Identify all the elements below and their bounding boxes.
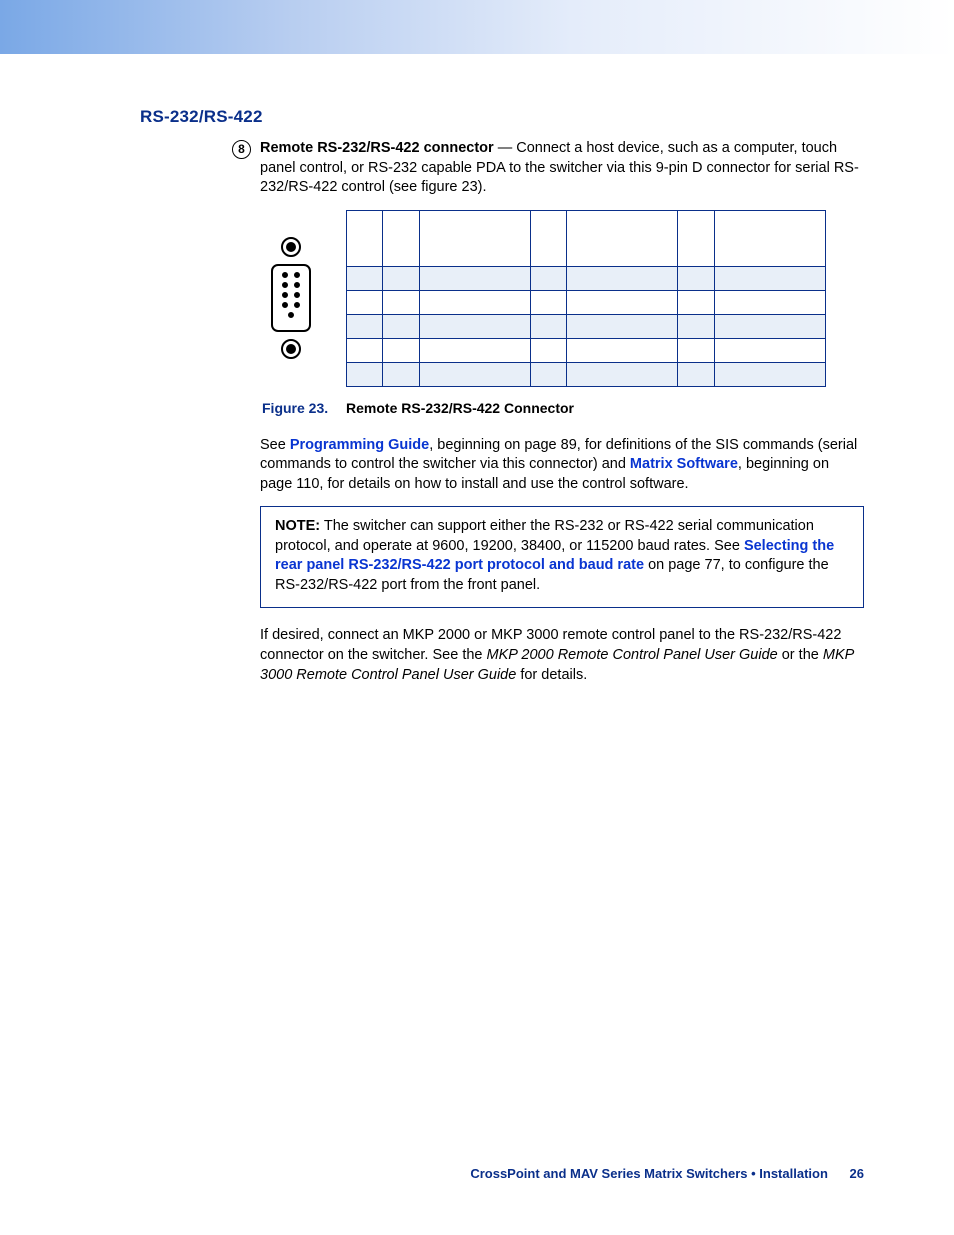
figure-row xyxy=(270,210,864,387)
table-row xyxy=(347,290,826,314)
table-row xyxy=(347,338,826,362)
page-body: RS-232/RS-422 8 Remote RS-232/RS-422 con… xyxy=(0,58,954,685)
db9-connector-icon xyxy=(270,233,312,363)
book-title-1: MKP 2000 Remote Control Panel User Guide xyxy=(487,647,778,663)
pinout-table xyxy=(346,210,826,387)
matrix-software-link[interactable]: Matrix Software xyxy=(630,456,738,472)
item-block: 8 Remote RS-232/RS-422 connector — Conne… xyxy=(260,139,864,685)
step-marker-icon: 8 xyxy=(232,140,251,159)
table-row xyxy=(347,266,826,290)
footer-text: CrossPoint and MAV Series Matrix Switche… xyxy=(470,1166,828,1181)
programming-guide-link[interactable]: Programming Guide xyxy=(290,437,429,453)
figure-number: Figure 23. xyxy=(262,400,328,416)
mkp-paragraph: If desired, connect an MKP 2000 or MKP 3… xyxy=(260,626,864,685)
item-title: Remote RS-232/RS-422 connector xyxy=(260,140,494,156)
table-row xyxy=(347,314,826,338)
figure-title: Remote RS-232/RS-422 Connector xyxy=(346,400,574,416)
item-intro: Remote RS-232/RS-422 connector — Connect… xyxy=(260,139,864,198)
section-heading: RS-232/RS-422 xyxy=(140,106,864,129)
figure-caption: Figure 23. Remote RS-232/RS-422 Connecto… xyxy=(262,399,864,418)
note-label: NOTE: xyxy=(275,518,320,534)
note-text-1: The switcher can support either the RS-2… xyxy=(275,518,814,554)
header-gradient xyxy=(0,0,954,58)
note-box: NOTE: The switcher can support either th… xyxy=(260,506,864,608)
page-number: 26 xyxy=(850,1166,864,1181)
table-header-row xyxy=(347,210,826,266)
see-paragraph: See Programming Guide, beginning on page… xyxy=(260,436,864,495)
page-footer: CrossPoint and MAV Series Matrix Switche… xyxy=(470,1165,864,1183)
table-row xyxy=(347,362,826,386)
